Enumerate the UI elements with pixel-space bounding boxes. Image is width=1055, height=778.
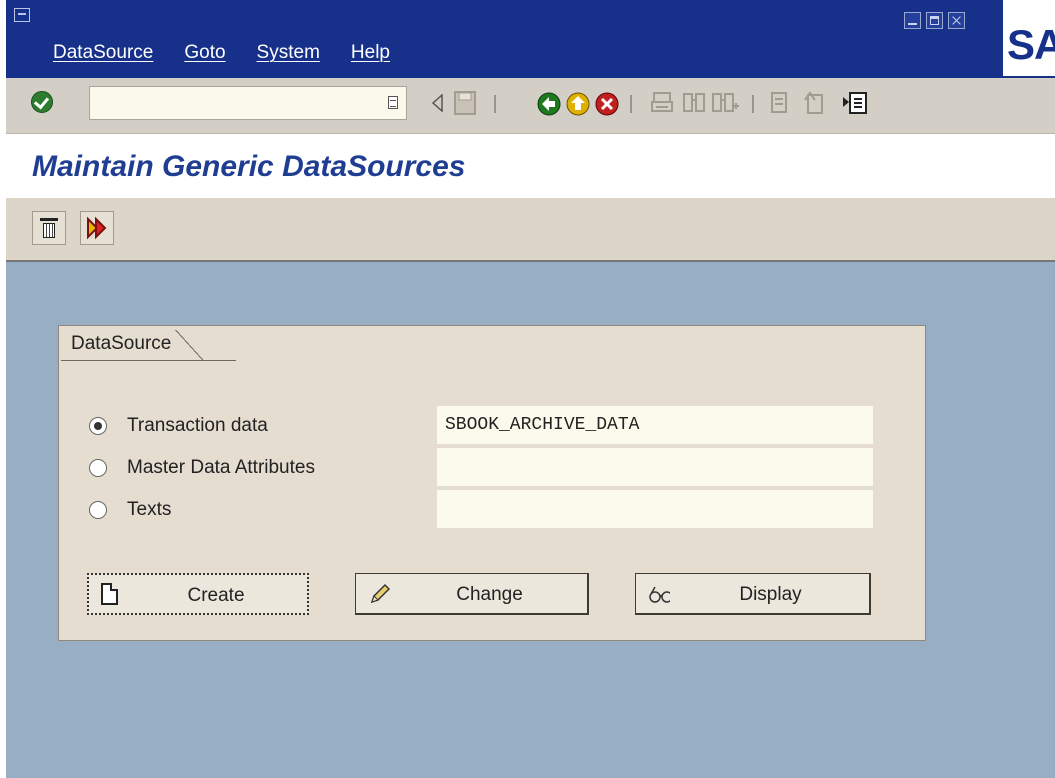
save-icon[interactable] (454, 91, 476, 115)
back-icon[interactable] (536, 91, 562, 117)
radio-button[interactable] (89, 459, 107, 477)
close-icon[interactable] (948, 12, 965, 29)
create-button-label: Create (187, 585, 245, 606)
radio-transaction-data[interactable]: Transaction data (89, 415, 268, 437)
page-title: Maintain Generic DataSources (32, 150, 466, 183)
delete-icon (40, 218, 58, 238)
system-menu-icon[interactable] (14, 8, 30, 22)
menu-item-help[interactable]: Help (351, 42, 390, 64)
previous-page-icon[interactable] (802, 91, 828, 115)
texts-field[interactable] (437, 490, 873, 528)
find-icon[interactable] (682, 91, 708, 115)
menu-item-datasource[interactable]: DataSource (53, 42, 153, 64)
command-input[interactable] (90, 87, 382, 117)
application-toolbar (6, 198, 1055, 262)
first-page-icon[interactable] (768, 91, 794, 115)
command-history-icon[interactable] (388, 96, 398, 109)
change-button[interactable]: Change (355, 573, 589, 615)
radio-button-selected[interactable] (89, 417, 107, 435)
create-icon (101, 583, 123, 607)
back-arrow-icon[interactable] (431, 94, 443, 112)
toolbar-separator (630, 95, 632, 113)
menu-item-goto[interactable]: Goto (184, 42, 225, 64)
radio-button[interactable] (89, 501, 107, 519)
group-box-tab-underline (61, 360, 236, 361)
radio-label: Transaction data (127, 415, 268, 436)
create-button[interactable]: Create (87, 573, 309, 615)
activate-button[interactable] (80, 211, 114, 245)
maximize-icon[interactable] (926, 12, 943, 29)
sap-logo: SAP (1003, 0, 1055, 76)
display-button[interactable]: Display (635, 573, 871, 615)
transaction-data-field[interactable] (437, 406, 873, 444)
radio-label: Master Data Attributes (127, 457, 315, 478)
enter-icon[interactable] (31, 91, 53, 113)
menu-item-system[interactable]: System (257, 42, 320, 64)
master-data-attributes-field[interactable] (437, 448, 873, 486)
standard-toolbar (6, 78, 1055, 134)
window-titlebar: DataSource Goto System Help SAP (6, 0, 1055, 78)
command-field (89, 86, 407, 120)
exit-icon[interactable] (565, 91, 591, 117)
radio-label: Texts (127, 499, 172, 520)
radio-master-data-attributes[interactable]: Master Data Attributes (89, 457, 315, 479)
cancel-icon[interactable] (594, 91, 620, 117)
create-session-icon[interactable] (842, 91, 868, 115)
delete-button[interactable] (32, 211, 66, 245)
activate-icon (87, 216, 107, 240)
group-box-title: DataSource (65, 330, 204, 361)
work-area: DataSource Transaction data Master Data … (6, 262, 1055, 778)
pencil-icon (370, 583, 390, 604)
minimize-icon[interactable] (904, 12, 921, 29)
glasses-icon (649, 586, 670, 603)
toolbar-separator (494, 95, 496, 113)
print-icon[interactable] (651, 91, 675, 115)
toolbar-separator (752, 95, 754, 113)
display-button-label: Display (739, 584, 802, 605)
menu-bar: DataSource Goto System Help (53, 42, 421, 64)
datasource-group-box: DataSource Transaction data Master Data … (58, 325, 926, 641)
title-area: Maintain Generic DataSources (6, 134, 1055, 198)
radio-texts[interactable]: Texts (89, 499, 171, 521)
find-next-icon[interactable] (711, 91, 741, 115)
change-button-label: Change (456, 584, 523, 605)
window-controls (904, 12, 965, 29)
